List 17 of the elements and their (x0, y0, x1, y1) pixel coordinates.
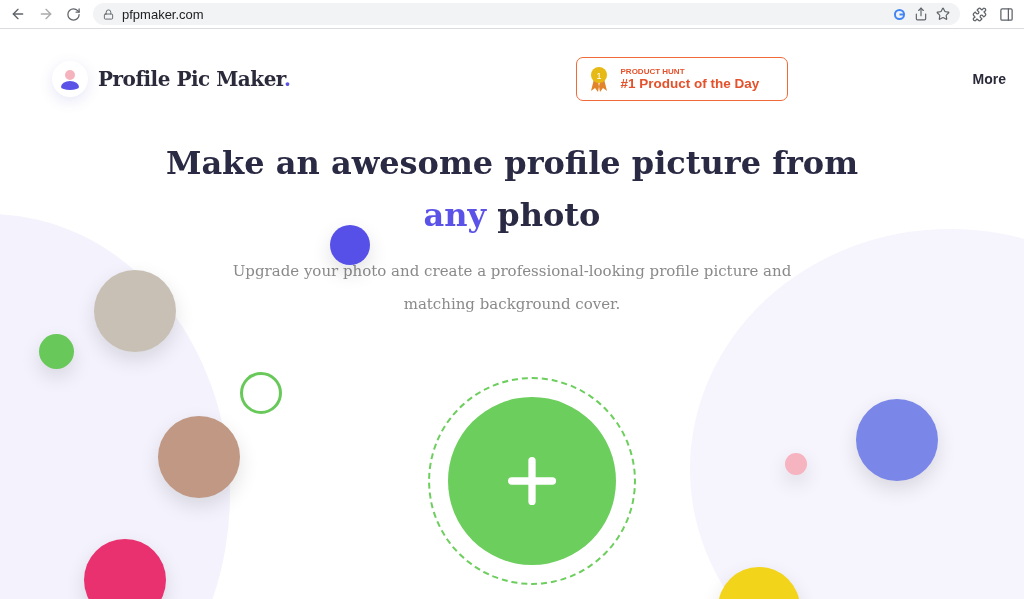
google-icon[interactable] (893, 7, 906, 21)
logo-icon (52, 61, 88, 97)
logo-text[interactable]: Profile Pic Maker. (98, 67, 291, 91)
back-icon[interactable] (10, 6, 26, 22)
more-link[interactable]: More (972, 71, 1006, 87)
lock-icon (103, 8, 114, 20)
puzzle-icon[interactable] (972, 6, 987, 22)
side-panel-icon[interactable] (999, 6, 1014, 22)
reload-icon[interactable] (66, 6, 81, 22)
address-bar[interactable]: pfpmaker.com (93, 3, 960, 25)
decorative-ring (240, 372, 282, 414)
product-hunt-badge[interactable]: 1 PRODUCT HUNT #1 Product of the Day (575, 57, 788, 101)
subtitle: Upgrade your photo and create a professional-looking profile picture and matching background cover. (231, 261, 793, 315)
headline: Make an awesome profile picture from any photo (164, 143, 860, 236)
star-icon[interactable] (936, 7, 950, 21)
share-icon[interactable] (914, 7, 928, 21)
decorative-dot (330, 225, 370, 265)
